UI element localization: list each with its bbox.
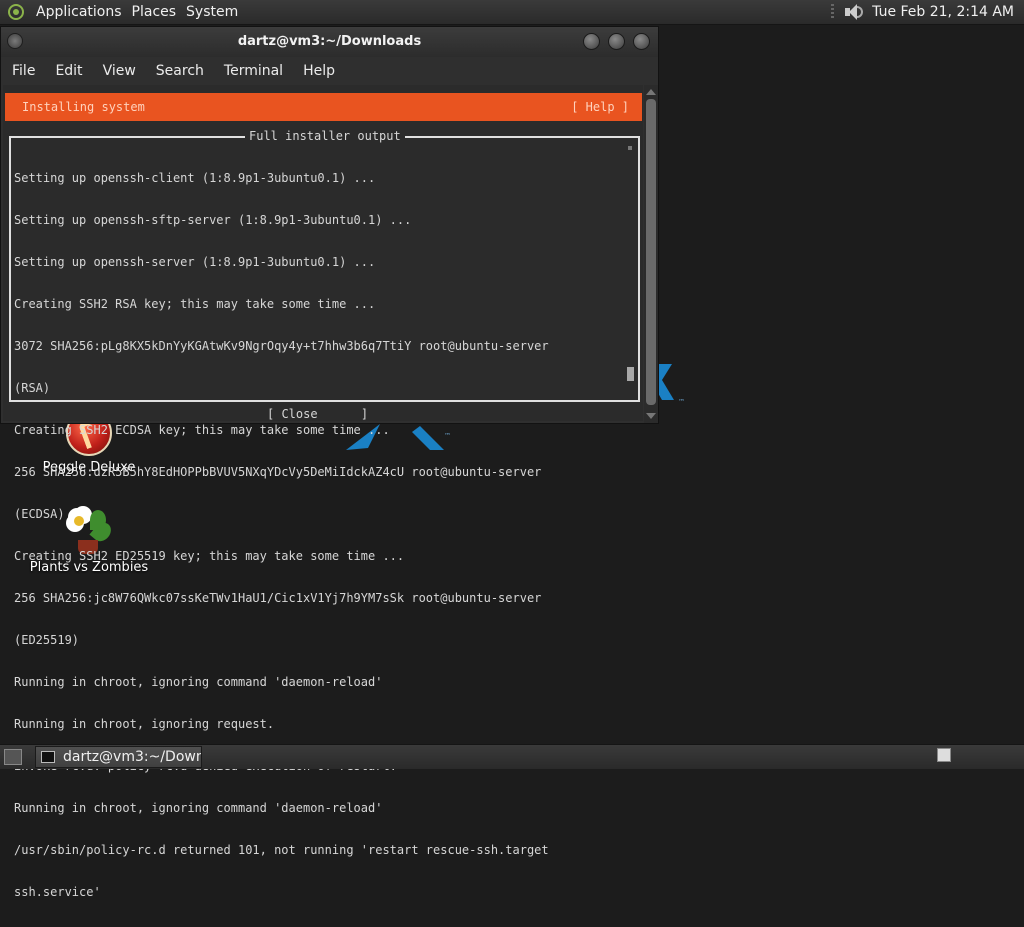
menu-edit[interactable]: Edit xyxy=(55,63,82,79)
terminal-scrollbar[interactable] xyxy=(644,85,658,423)
system-menu[interactable]: System xyxy=(186,4,238,20)
output-line: (ED25519) xyxy=(14,633,80,647)
logo-trademark-1: ™ xyxy=(678,398,685,406)
applications-menu[interactable]: Applications xyxy=(36,4,122,20)
show-desktop-icon[interactable] xyxy=(4,749,22,765)
installer-header: Installing system [ Help ] xyxy=(5,93,642,121)
terminal-window[interactable]: dartz@vm3:~/Downloads File Edit View Sea… xyxy=(0,26,659,899)
bottom-panel: dartz@vm3:~/Down... xyxy=(0,744,1024,769)
output-line: ssh.service' xyxy=(14,885,101,899)
maximize-button[interactable] xyxy=(608,33,625,50)
panel-separator xyxy=(831,4,835,20)
window-titlebar[interactable]: dartz@vm3:~/Downloads xyxy=(1,27,658,57)
volume-icon[interactable] xyxy=(842,3,864,21)
output-line: 3072 SHA256:pLg8KX5kDnYyKGAtwKv9NgrOqy4y… xyxy=(14,339,549,353)
output-line: Creating SSH2 RSA key; this may take som… xyxy=(14,297,376,311)
menu-terminal[interactable]: Terminal xyxy=(224,63,283,79)
output-line: 256 SHA256:dzR5B5hY8EdHOPPbBVUV5NXqYDcVy… xyxy=(14,465,542,479)
minimize-button[interactable] xyxy=(583,33,600,50)
taskbar-terminal-label: dartz@vm3:~/Down... xyxy=(63,749,201,765)
menu-file[interactable]: File xyxy=(12,63,35,79)
menu-view[interactable]: View xyxy=(103,63,136,79)
output-line: /usr/sbin/policy-rc.d returned 101, not … xyxy=(14,843,549,857)
output-line: 256 SHA256:jc8W76QWkc07ssKeTWv1HaU1/Cic1… xyxy=(14,591,542,605)
installer-header-title: Installing system xyxy=(22,100,145,114)
output-line: (RSA) xyxy=(14,381,51,395)
terminal-menubar: File Edit View Search Terminal Help xyxy=(1,57,658,85)
places-menu[interactable]: Places xyxy=(132,4,177,20)
top-panel-menus: Applications Places System xyxy=(0,0,238,24)
output-line: Setting up openssh-client (1:8.9p1-3ubun… xyxy=(14,171,376,185)
installer-help-button[interactable]: [ Help ] xyxy=(571,93,629,121)
menu-search[interactable]: Search xyxy=(156,63,204,79)
output-line: Setting up openssh-sftp-server (1:8.9p1-… xyxy=(14,213,412,227)
gnome-foot-icon[interactable] xyxy=(8,4,24,20)
output-scroll-thumb[interactable] xyxy=(627,367,634,381)
output-scroll-up-indicator xyxy=(628,146,632,150)
scroll-up-arrow-icon[interactable] xyxy=(646,89,656,95)
output-line: (ECDSA) xyxy=(14,507,65,521)
installer-output-log: Setting up openssh-client (1:8.9p1-3ubun… xyxy=(14,143,619,927)
terminal-icon xyxy=(41,751,55,763)
output-line: Running in chroot, ignoring command 'dae… xyxy=(14,675,383,689)
terminal-content[interactable]: Installing system [ Help ] Full installe… xyxy=(3,85,643,899)
menu-help[interactable]: Help xyxy=(303,63,335,79)
workspace-switcher[interactable] xyxy=(937,748,951,762)
output-line: Creating SSH2 ECDSA key; this may take s… xyxy=(14,423,390,437)
terminal-scroll-thumb[interactable] xyxy=(646,99,656,405)
taskbar-terminal-button[interactable]: dartz@vm3:~/Down... xyxy=(35,746,202,768)
window-title: dartz@vm3:~/Downloads xyxy=(237,34,422,49)
scroll-down-arrow-icon[interactable] xyxy=(646,413,656,419)
output-line: Creating SSH2 ED25519 key; this may take… xyxy=(14,549,405,563)
output-line: Running in chroot, ignoring request. xyxy=(14,717,275,731)
installer-output-box: Full installer output Setting up openssh… xyxy=(9,129,640,899)
close-window-button[interactable] xyxy=(633,33,650,50)
output-line: Running in chroot, ignoring command 'dae… xyxy=(14,801,383,815)
window-menu-icon[interactable] xyxy=(7,33,23,49)
output-box-title: Full installer output xyxy=(245,129,405,143)
top-panel: Applications Places System Tue Feb 21, 2… xyxy=(0,0,1024,25)
output-line: Setting up openssh-server (1:8.9p1-3ubun… xyxy=(14,255,376,269)
installer-close-button[interactable]: [ Close ] xyxy=(267,407,368,421)
clock[interactable]: Tue Feb 21, 2:14 AM xyxy=(872,4,1014,20)
top-panel-tray: Tue Feb 21, 2:14 AM xyxy=(831,0,1014,24)
